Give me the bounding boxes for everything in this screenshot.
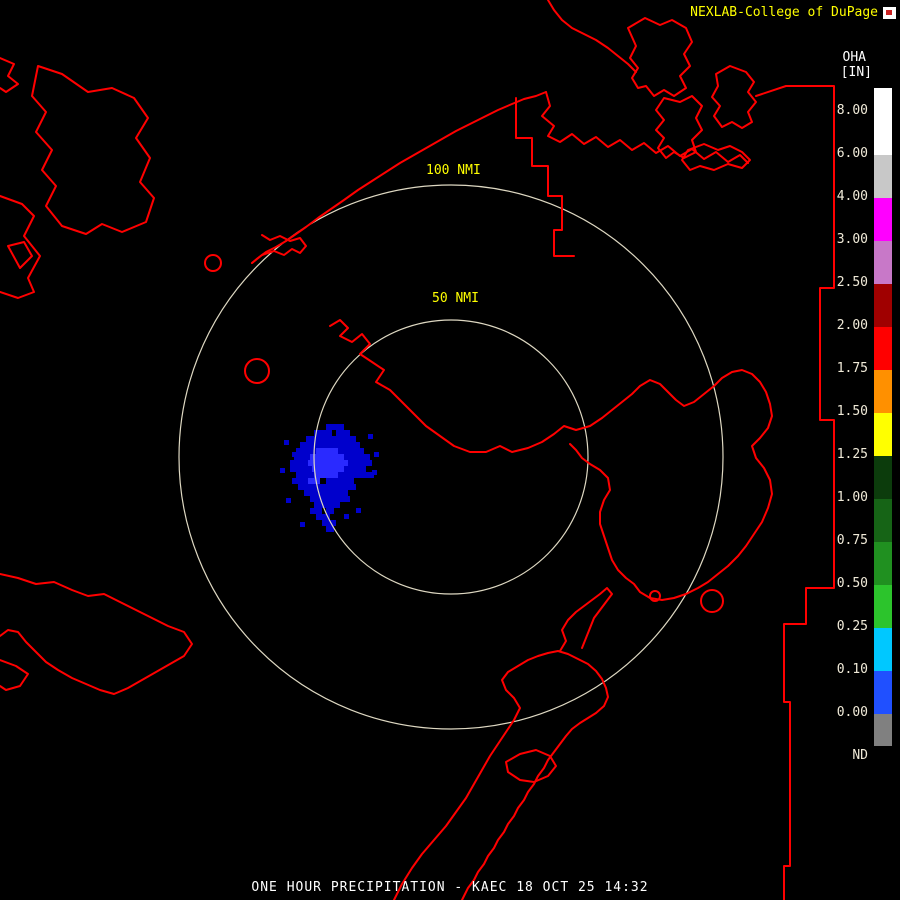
map-outline	[0, 573, 193, 695]
map-outline	[0, 195, 41, 299]
colorbar-tick-label: 2.50	[836, 275, 868, 290]
precip-echo	[300, 442, 360, 448]
colorbar-segment	[874, 413, 892, 456]
precip-speckle	[368, 434, 373, 439]
colorbar-segment	[874, 198, 892, 241]
map-outline	[393, 650, 609, 900]
colorbar-tick-label: 1.00	[836, 490, 868, 505]
colorbar-tick-label: 4.00	[836, 189, 868, 204]
brand-text: NEXLAB-College of DuPage	[690, 5, 878, 20]
map-outline	[7, 241, 33, 269]
map-outline	[505, 749, 557, 783]
range-ring-label: 100 NMI	[426, 163, 481, 178]
precip-speckle	[356, 508, 361, 513]
precip-speckle	[292, 452, 297, 457]
colorbar-segment	[874, 155, 892, 198]
colorbar-segments	[874, 88, 892, 746]
colorbar-tick-label: ND	[852, 748, 868, 763]
precip-speckle	[300, 522, 305, 527]
colorbar-segment	[874, 628, 892, 671]
colorbar-segment	[874, 456, 892, 499]
map-outline	[0, 659, 29, 691]
colorbar-segment	[874, 112, 892, 155]
map-outline	[547, 0, 637, 73]
footer-caption: ONE HOUR PRECIPITATION - KAEC 18 OCT 25 …	[251, 880, 649, 895]
map-outline	[31, 65, 155, 235]
colorbar-tick-label: 0.10	[836, 662, 868, 677]
precip-echo	[314, 502, 340, 508]
brand-bar: NEXLAB-College of DuPage	[690, 5, 896, 20]
colorbar-segment	[874, 284, 892, 327]
map-outline	[711, 65, 757, 129]
precip-echo	[326, 508, 334, 514]
colorbar-segment	[874, 88, 892, 112]
colorbar-tick-label: 1.75	[836, 361, 868, 376]
range-ring	[178, 184, 724, 730]
precip-speckle	[374, 452, 379, 457]
precip-echo	[304, 490, 348, 496]
colorbar-tick-label: 1.50	[836, 404, 868, 419]
colorbar-segment	[874, 714, 892, 746]
precip-echo	[326, 478, 354, 484]
product-units-label: [IN]	[840, 65, 872, 80]
range-ring-label: 50 NMI	[432, 291, 479, 306]
colorbar-segment	[874, 327, 892, 370]
radar-screen: 100 NMI 50 NMI NEXLAB-College of DuPage O…	[0, 0, 900, 900]
precip-speckle	[280, 468, 285, 473]
colorbar-tick-label: 6.00	[836, 146, 868, 161]
colorbar-segment	[874, 671, 892, 714]
colorbar-tick-label: 3.00	[836, 232, 868, 247]
precip-echo	[322, 520, 336, 526]
island-outline	[244, 358, 270, 384]
colorbar-tick-label: 8.00	[836, 103, 868, 118]
colorbar-tick-label: 0.75	[836, 533, 868, 548]
precip-echo	[298, 484, 356, 490]
colorbar-segment	[874, 241, 892, 284]
precip-echo-core	[308, 478, 320, 484]
colorbar-tick-label: 0.25	[836, 619, 868, 634]
precip-speckle	[286, 498, 291, 503]
precip-echo	[310, 496, 350, 502]
precip-echo-core	[316, 448, 338, 454]
precip-echo	[310, 508, 322, 514]
nexlab-flag-icon	[883, 6, 896, 19]
map-outline	[681, 143, 751, 171]
map-outline	[251, 234, 307, 264]
precip-speckle	[284, 440, 289, 445]
precip-echo	[326, 424, 344, 430]
colorbar-segment	[874, 585, 892, 628]
map-outline	[0, 57, 19, 93]
precip-echo-core	[312, 466, 344, 472]
precip-echo-core	[314, 472, 338, 478]
colorbar-segment	[874, 370, 892, 413]
map-outline	[755, 85, 835, 900]
island-outline	[204, 254, 222, 272]
island-outline	[700, 589, 724, 613]
map-outline	[627, 17, 693, 97]
precip-speckle	[372, 470, 377, 475]
colorbar-tick-label: 1.25	[836, 447, 868, 462]
colorbar-tick-label: 2.00	[836, 318, 868, 333]
precip-echo	[306, 436, 356, 442]
colorbar-segment	[874, 499, 892, 542]
map-outline	[251, 91, 547, 264]
precip-echo	[336, 430, 350, 436]
radar-map: 100 NMI 50 NMI	[0, 0, 835, 900]
colorbar-tick-label: 0.00	[836, 705, 868, 720]
product-code-label: OHA	[842, 50, 866, 65]
colorbar-segment	[874, 542, 892, 585]
map-outline	[559, 587, 613, 652]
precip-speckle	[344, 514, 349, 519]
precip-echo-core	[310, 454, 344, 460]
map-outline	[515, 97, 575, 257]
colorbar-tick-label: 0.50	[836, 576, 868, 591]
